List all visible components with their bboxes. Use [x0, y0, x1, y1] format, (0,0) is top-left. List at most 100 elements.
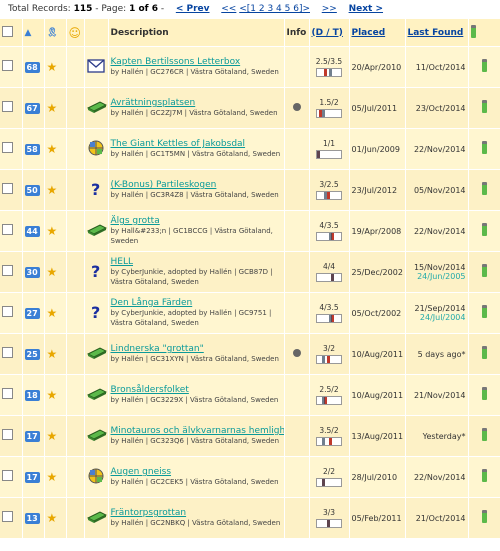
cache-owner-text: by CyberJunkie, adopted by Hallén | GCB8…	[110, 268, 273, 286]
star-icon[interactable]: ★	[47, 429, 58, 443]
row-checkbox[interactable]	[2, 511, 13, 522]
star-icon[interactable]: ★	[47, 60, 58, 74]
info-cell	[284, 374, 310, 416]
select-cell[interactable]	[0, 87, 23, 129]
number-badge: 44	[24, 225, 40, 237]
select-cell[interactable]	[0, 128, 23, 170]
star-icon[interactable]: ★	[47, 511, 58, 525]
star-icon[interactable]: ★	[47, 265, 58, 279]
star-cell[interactable]: ★	[44, 333, 67, 375]
star-cell[interactable]: ★	[44, 46, 67, 88]
page-numbers[interactable]: <[1 2 3 4 5 6]>	[239, 4, 310, 14]
sort-header[interactable]: ▲	[22, 19, 45, 47]
star-cell[interactable]: ★	[44, 415, 67, 457]
placed-cell: 05/Feb/2011	[349, 497, 406, 538]
sort-arrow-icon[interactable]: ▲	[25, 28, 32, 38]
star-cell[interactable]: ★	[44, 169, 67, 211]
dt-sort-link[interactable]: (D / T)	[312, 28, 343, 38]
star-cell[interactable]: ★	[44, 292, 67, 334]
star-cell[interactable]: ★	[44, 456, 67, 498]
placed-cell: 13/Aug/2011	[349, 415, 406, 457]
cache-name-link[interactable]: Fräntorpsgrottan	[111, 508, 282, 518]
cache-name-link[interactable]: (K-Bonus) Partileskogen	[111, 180, 282, 190]
cache-name-link[interactable]: Lindnerska "grottan"	[111, 344, 282, 354]
row-checkbox[interactable]	[2, 470, 13, 481]
star-icon[interactable]: ★	[47, 306, 58, 320]
prev-link[interactable]: < Prev	[176, 4, 210, 14]
info-cell	[284, 46, 310, 88]
row-checkbox[interactable]	[2, 388, 13, 399]
bottle-icon	[481, 264, 487, 277]
row-checkbox[interactable]	[2, 60, 13, 71]
row-checkbox[interactable]	[2, 347, 13, 358]
info-cell[interactable]	[284, 87, 310, 129]
dt-header[interactable]: (D / T)	[309, 19, 350, 47]
cache-name-link[interactable]: The Giant Kettles of Jakobsdal	[111, 139, 282, 149]
last-found-sort-link[interactable]: Last Found	[408, 28, 464, 38]
placed-sort-link[interactable]: Placed	[352, 28, 386, 38]
ribbon-icon[interactable]: 🎗	[47, 28, 58, 38]
total-label: Total Records:	[8, 4, 71, 14]
star-icon[interactable]: ★	[47, 142, 58, 156]
star-cell[interactable]: ★	[44, 374, 67, 416]
favorites-header[interactable]: 🎗	[44, 19, 67, 47]
select-cell[interactable]	[0, 210, 23, 252]
row-checkbox[interactable]	[2, 306, 13, 317]
spacer-cell	[66, 46, 85, 88]
bottle-icon	[481, 182, 487, 195]
row-checkbox[interactable]	[2, 224, 13, 235]
select-cell[interactable]	[0, 333, 23, 375]
cache-name-link[interactable]: Augen gneiss	[111, 467, 282, 477]
row-checkbox[interactable]	[2, 101, 13, 112]
cache-name-link[interactable]: HELL	[111, 257, 282, 267]
star-icon[interactable]: ★	[47, 388, 58, 402]
last-found-date: 5 days ago*	[417, 349, 466, 359]
number-cell: 50	[22, 169, 45, 211]
next-link[interactable]: Next >	[349, 4, 383, 14]
last-found-header[interactable]: Last Found	[405, 19, 469, 47]
select-cell[interactable]	[0, 292, 23, 334]
star-icon[interactable]: ★	[47, 101, 58, 115]
cache-name-link[interactable]: Minotauros och älvkvarnarnas hemlighet	[111, 426, 284, 436]
info-cell[interactable]	[284, 333, 310, 375]
cache-name-link[interactable]: Avrättningsplatsen	[111, 98, 282, 108]
select-cell[interactable]	[0, 456, 23, 498]
select-cell[interactable]	[0, 374, 23, 416]
select-cell[interactable]	[0, 497, 23, 538]
row-checkbox[interactable]	[2, 142, 13, 153]
select-all-header[interactable]	[0, 19, 23, 47]
star-icon[interactable]: ★	[47, 224, 58, 238]
first-link[interactable]: <<	[221, 4, 236, 14]
star-cell[interactable]: ★	[44, 251, 67, 293]
select-cell[interactable]	[0, 46, 23, 88]
star-cell[interactable]: ★	[44, 128, 67, 170]
row-checkbox[interactable]	[2, 429, 13, 440]
star-cell[interactable]: ★	[44, 497, 67, 538]
star-cell[interactable]: ★	[44, 87, 67, 129]
info-icon[interactable]	[292, 348, 301, 357]
spacer-cell	[66, 456, 85, 498]
select-cell[interactable]	[0, 169, 23, 211]
number-badge: 25	[24, 348, 40, 360]
star-cell[interactable]: ★	[44, 210, 67, 252]
row-checkbox[interactable]	[2, 183, 13, 194]
select-all-checkbox[interactable]	[2, 25, 13, 37]
description-cell: HELL by CyberJunkie, adopted by Hallén | …	[108, 251, 285, 293]
cache-name-link[interactable]: Den Långa Färden	[111, 298, 282, 308]
cache-table: ▲ 🎗 ☺ Description Info (D / T) Placed La…	[0, 19, 500, 538]
star-icon[interactable]: ★	[47, 347, 58, 361]
cache-name-link[interactable]: Bronsåldersfolket	[111, 385, 282, 395]
description-cell: (K-Bonus) Partileskogen by Hallén | GC3R4…	[108, 169, 285, 211]
star-icon[interactable]: ★	[47, 470, 58, 484]
last-found-cell: 22/Nov/2014	[405, 128, 469, 170]
last-link[interactable]: >>	[322, 4, 337, 14]
cache-name-link[interactable]: Älgs grotta	[111, 216, 282, 226]
select-cell[interactable]	[0, 415, 23, 457]
placed-header[interactable]: Placed	[349, 19, 406, 47]
star-icon[interactable]: ★	[47, 183, 58, 197]
info-icon[interactable]	[292, 102, 301, 111]
row-checkbox[interactable]	[2, 265, 13, 276]
cache-name-link[interactable]: Kapten Bertilssons Letterbox	[111, 57, 282, 67]
select-cell[interactable]	[0, 251, 23, 293]
bottle-header	[468, 19, 500, 47]
